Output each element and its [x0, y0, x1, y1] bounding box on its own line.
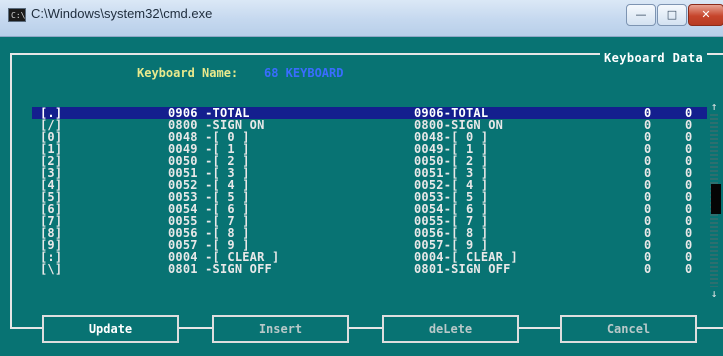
- minimize-button[interactable]: —: [626, 4, 656, 26]
- scroll-thumb[interactable]: [711, 184, 721, 214]
- list-row[interactable]: [/] 0800 -SIGN ON 0800-SIGN ON 0 0: [32, 119, 707, 131]
- list-row[interactable]: [3] 0051 -[ 3 ] 0051-[ 3 ] 0 0: [32, 167, 707, 179]
- row-value-2: 0: [685, 262, 693, 276]
- list-row[interactable]: [\] 0801 -SIGN OFF 0801-SIGN OFF 0 0: [32, 263, 707, 275]
- window-titlebar[interactable]: C:\ C:\Windows\system32\cmd.exe — □ ✕: [0, 0, 723, 37]
- list-row[interactable]: [0] 0048 -[ 0 ] 0048-[ 0 ] 0 0: [32, 131, 707, 143]
- row-key: [\]: [40, 262, 63, 276]
- panel-title: Keyboard Data: [600, 51, 708, 65]
- list-row[interactable]: [4] 0052 -[ 4 ] 0052-[ 4 ] 0 0: [32, 179, 707, 191]
- list-row[interactable]: [6] 0054 -[ 6 ] 0054-[ 6 ] 0 0: [32, 203, 707, 215]
- list-row[interactable]: [1] 0049 -[ 1 ] 0049-[ 1 ] 0 0: [32, 143, 707, 155]
- maximize-button[interactable]: □: [657, 4, 687, 26]
- scroll-up-arrow-icon[interactable]: ↑: [708, 100, 720, 114]
- list-row[interactable]: [9] 0057 -[ 9 ] 0057-[ 9 ] 0 0: [32, 239, 707, 251]
- insert-button[interactable]: Insert: [212, 315, 349, 343]
- list-row[interactable]: [7] 0055 -[ 7 ] 0055-[ 7 ] 0 0: [32, 215, 707, 227]
- list-row[interactable]: [2] 0050 -[ 2 ] 0050-[ 2 ] 0 0: [32, 155, 707, 167]
- row-description: 0801-SIGN OFF: [414, 262, 511, 276]
- window-title: C:\Windows\system32\cmd.exe: [31, 6, 213, 21]
- update-button[interactable]: Update: [42, 315, 179, 343]
- scroll-track[interactable]: [710, 114, 721, 287]
- close-button[interactable]: ✕: [688, 4, 723, 26]
- keyboard-name-value: 68 KEYBOARD: [264, 66, 344, 80]
- list-row[interactable]: [5] 0053 -[ 5 ] 0053-[ 5 ] 0 0: [32, 191, 707, 203]
- row-code: 0801 -SIGN OFF: [168, 262, 272, 276]
- list-scrollbar[interactable]: ↑ ↓: [708, 100, 721, 301]
- key-mapping-list: [.] 0906 -TOTAL 0906-TOTAL 0 0 [/] 0800 …: [32, 107, 707, 275]
- delete-button[interactable]: deLete: [382, 315, 519, 343]
- cancel-button[interactable]: Cancel: [560, 315, 697, 343]
- row-value-1: 0: [644, 262, 652, 276]
- cmd-app-icon: C:\: [8, 8, 26, 22]
- keyboard-name-label: Keyboard Name:: [137, 66, 239, 80]
- list-row[interactable]: [8] 0056 -[ 8 ] 0056-[ 8 ] 0 0: [32, 227, 707, 239]
- list-row[interactable]: [:] 0004 -[ CLEAR ] 0004-[ CLEAR ] 0 0: [32, 251, 707, 263]
- scroll-down-arrow-icon[interactable]: ↓: [708, 287, 720, 301]
- console-area: Keyboard Data Keyboard Name: 68 KEYBOARD…: [0, 37, 723, 356]
- list-row-selected[interactable]: [.] 0906 -TOTAL 0906-TOTAL 0 0: [32, 107, 707, 119]
